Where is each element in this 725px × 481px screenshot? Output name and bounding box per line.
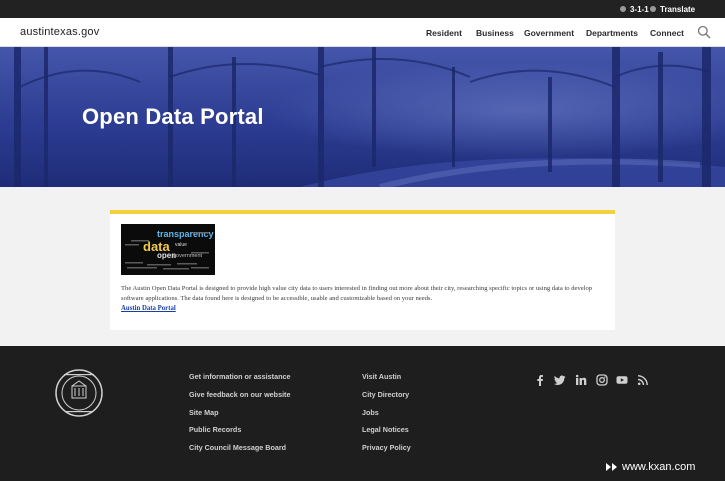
word-cloud-graphic: transparency data value open government: [121, 224, 215, 275]
word-government: government: [173, 253, 203, 259]
site-footer: Get information or assistance Give feedb…: [0, 346, 725, 481]
footer-link-privacy-policy[interactable]: Privacy Policy: [362, 443, 411, 452]
utility-translate-link[interactable]: Translate: [650, 4, 695, 14]
footer-link-council-board[interactable]: City Council Message Board: [189, 443, 286, 452]
nav-business[interactable]: Business: [476, 28, 514, 38]
utility-bar: 3-1-1 Translate: [0, 0, 725, 18]
linkedin-icon[interactable]: [575, 374, 587, 386]
dot-icon: [620, 6, 626, 12]
word-transparency: transparency: [157, 229, 214, 239]
utility-311-link[interactable]: 3-1-1: [620, 4, 649, 14]
dot-icon: [650, 6, 656, 12]
city-seal-icon: [55, 369, 103, 417]
footer-link-get-information[interactable]: Get information or assistance: [189, 372, 290, 381]
watermark-text: www.kxan.com: [622, 461, 696, 473]
content-card: transparency data value open government: [110, 210, 615, 330]
footer-link-legal-notices[interactable]: Legal Notices: [362, 425, 409, 434]
nav-connect[interactable]: Connect: [650, 28, 684, 38]
twitter-icon[interactable]: [554, 374, 566, 386]
youtube-icon[interactable]: [616, 374, 628, 386]
footer-link-jobs[interactable]: Jobs: [362, 408, 379, 417]
utility-translate-label: Translate: [660, 4, 696, 14]
search-icon[interactable]: [697, 25, 711, 39]
nav-government[interactable]: Government: [524, 28, 574, 38]
footer-link-city-directory[interactable]: City Directory: [362, 390, 409, 399]
utility-311-label: 3-1-1: [630, 4, 649, 14]
footer-link-feedback[interactable]: Give feedback on our website: [189, 390, 290, 399]
rss-icon[interactable]: [637, 374, 649, 386]
footer-link-public-records[interactable]: Public Records: [189, 425, 241, 434]
content-area: transparency data value open government: [0, 187, 725, 346]
portal-description: The Austin Open Data Portal is designed …: [121, 285, 593, 302]
kxan-watermark: www.kxan.com: [606, 460, 695, 474]
word-value: value: [175, 242, 187, 248]
footer-link-visit-austin[interactable]: Visit Austin: [362, 372, 401, 381]
nav-departments[interactable]: Departments: [586, 28, 638, 38]
page-title: Open Data Portal: [82, 104, 264, 129]
instagram-icon[interactable]: [596, 374, 608, 386]
facebook-icon[interactable]: [534, 374, 546, 386]
austin-data-portal-link[interactable]: Austin Data Portal: [121, 305, 176, 312]
footer-link-site-map[interactable]: Site Map: [189, 408, 219, 417]
site-logo[interactable]: austintexas.gov: [20, 26, 99, 38]
nav-resident[interactable]: Resident: [426, 28, 462, 38]
open-data-word-cloud-image: transparency data value open government: [121, 224, 215, 275]
play-arrows-icon: [606, 463, 617, 471]
hero-banner: Open Data Portal: [0, 47, 725, 187]
main-nav: austintexas.gov Resident Business Govern…: [0, 18, 725, 47]
